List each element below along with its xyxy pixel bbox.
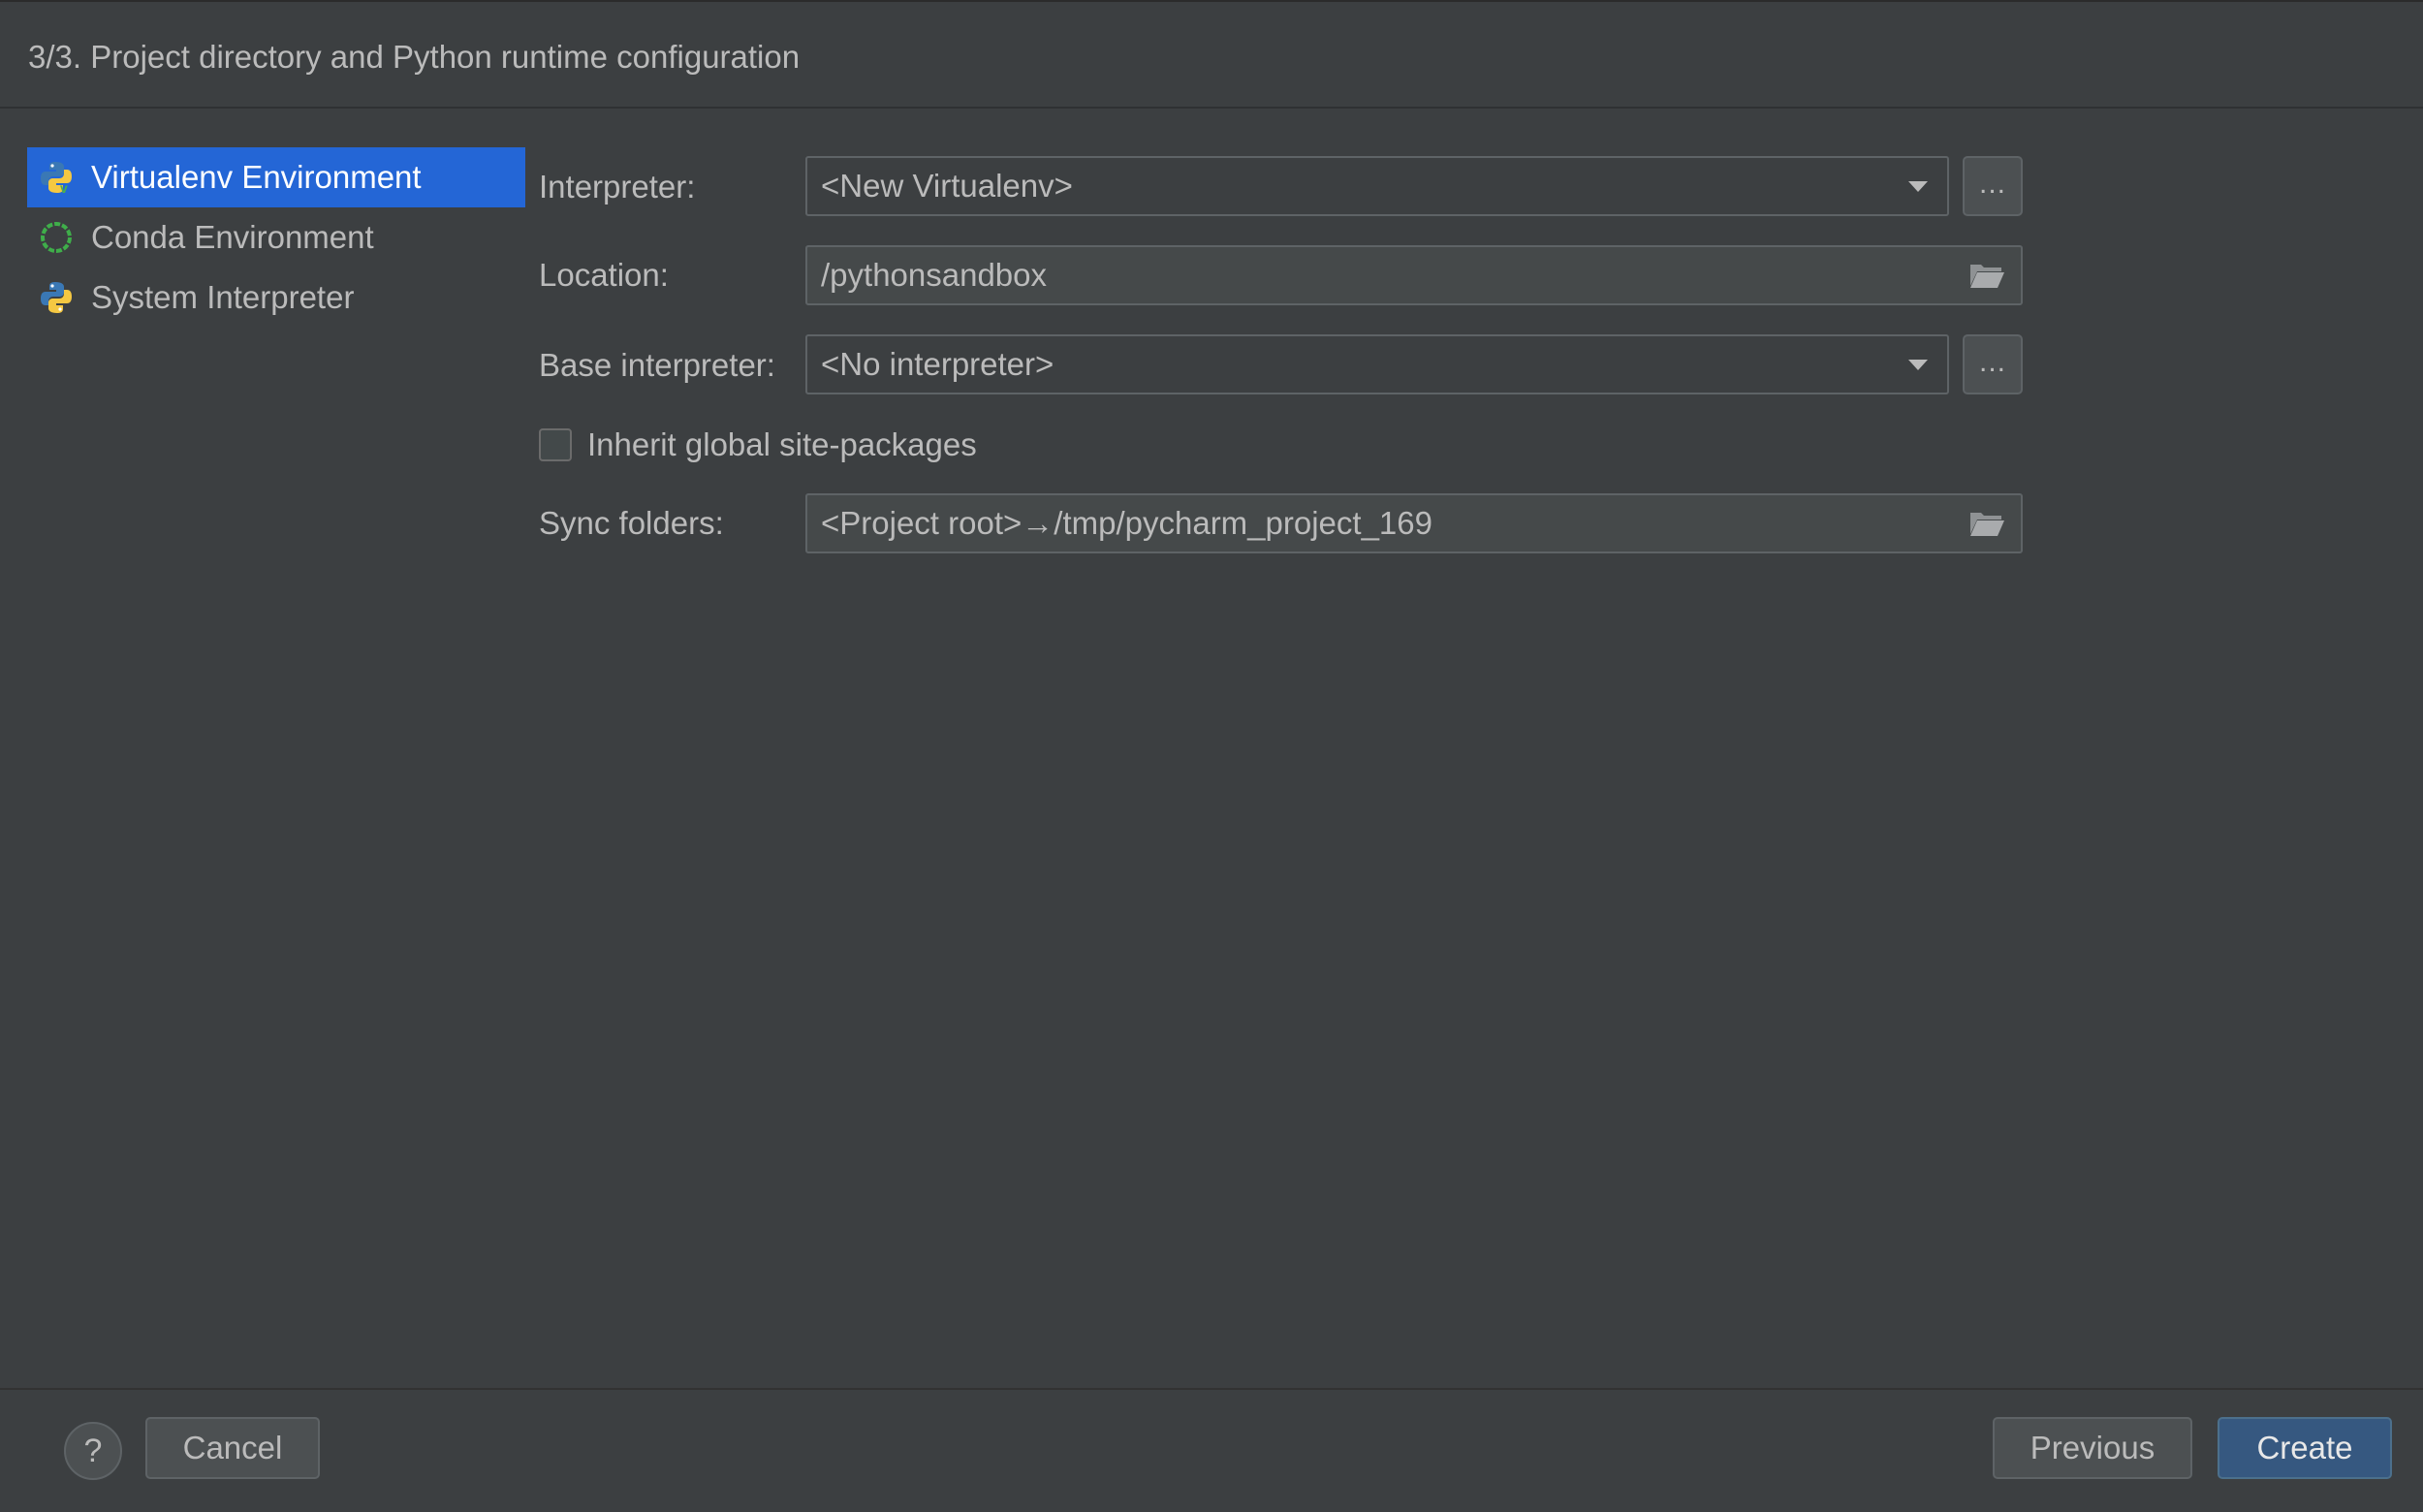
location-field[interactable]: /pythonsandbox — [805, 245, 2023, 305]
base-interpreter-browse-button[interactable]: ... — [1963, 334, 2023, 394]
create-button[interactable]: Create — [2218, 1417, 2392, 1479]
folder-icon[interactable] — [1953, 247, 2021, 303]
interpreter-label: Interpreter: — [539, 169, 696, 205]
sync-folders-field[interactable]: <Project root>→/tmp/pycharm_project_169 — [805, 493, 2023, 553]
sidebar-item-label: Virtualenv Environment — [91, 159, 422, 195]
chevron-down-icon — [1889, 158, 1947, 214]
base-interpreter-value: <No interpreter> — [821, 346, 1054, 382]
folder-icon[interactable] — [1953, 495, 2021, 551]
dialog-header: 3/3. Project directory and Python runtim… — [0, 2, 2423, 109]
environment-type-list: v Virtualenv Environment Conda Environme… — [27, 147, 525, 328]
interpreter-dropdown[interactable]: <New Virtualenv> — [805, 156, 1949, 216]
page-title: 3/3. Project directory and Python runtim… — [28, 39, 801, 75]
location-value: /pythonsandbox — [821, 257, 1048, 293]
inherit-site-packages-row[interactable]: Inherit global site-packages — [539, 424, 977, 466]
cancel-button[interactable]: Cancel — [145, 1417, 320, 1479]
previous-button[interactable]: Previous — [1993, 1417, 2192, 1479]
sidebar-item-conda[interactable]: Conda Environment — [27, 207, 525, 268]
create-project-dialog: 3/3. Project directory and Python runtim… — [0, 0, 2423, 1512]
sync-folders-label: Sync folders: — [539, 505, 724, 541]
sidebar-item-virtualenv[interactable]: v Virtualenv Environment — [27, 147, 525, 207]
inherit-site-packages-label: Inherit global site-packages — [587, 426, 977, 462]
sidebar-item-label: Conda Environment — [91, 219, 374, 255]
python-virtualenv-icon: v — [37, 158, 76, 197]
interpreter-browse-button[interactable]: ... — [1963, 156, 2023, 216]
sidebar-item-label: System Interpreter — [91, 279, 355, 315]
dialog-footer: ? Cancel Previous Create — [0, 1388, 2423, 1512]
interpreter-value: <New Virtualenv> — [821, 168, 1073, 204]
sidebar-item-system-interpreter[interactable]: System Interpreter — [27, 268, 525, 328]
sync-folders-value: <Project root>→/tmp/pycharm_project_169 — [821, 505, 1432, 541]
inherit-site-packages-checkbox[interactable] — [539, 428, 572, 461]
python-icon — [37, 278, 76, 317]
svg-text:v: v — [60, 180, 68, 195]
conda-icon — [37, 218, 76, 257]
chevron-down-icon — [1889, 336, 1947, 393]
location-label: Location: — [539, 257, 669, 293]
base-interpreter-label: Base interpreter: — [539, 347, 775, 383]
base-interpreter-dropdown[interactable]: <No interpreter> — [805, 334, 1949, 394]
help-button[interactable]: ? — [64, 1422, 122, 1480]
